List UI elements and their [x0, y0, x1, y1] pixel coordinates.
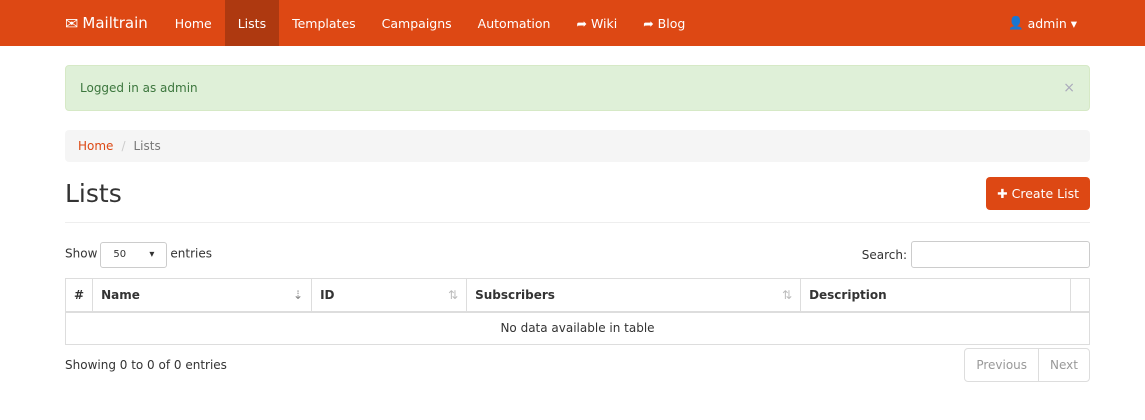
pagination: Previous Next	[964, 348, 1090, 382]
nav-blog-label: Blog	[657, 15, 686, 31]
nav-home[interactable]: Home	[162, 0, 225, 46]
nav-wiki[interactable]: ➦ Wiki	[563, 0, 630, 46]
nav-campaigns[interactable]: Campaigns	[369, 0, 465, 46]
caret-down-icon: ▾	[1066, 15, 1077, 31]
col-name[interactable]: Name ⇣	[92, 278, 313, 313]
entries-label: entries	[170, 246, 212, 260]
col-description[interactable]: Description	[800, 278, 1071, 313]
brand-link[interactable]: ✉ Mailtrain	[65, 0, 148, 46]
next-button[interactable]: Next	[1038, 349, 1089, 381]
login-alert: Logged in as admin ×	[65, 65, 1090, 111]
sort-icon: ⇅	[782, 287, 793, 302]
share-icon: ➦	[576, 15, 591, 31]
previous-button[interactable]: Previous	[965, 349, 1038, 381]
empty-message: No data available in table	[65, 311, 1090, 345]
page-length-select[interactable]: 50 ▾	[100, 241, 168, 268]
sort-asc-icon: ⇣	[293, 287, 304, 302]
col-subscribers[interactable]: Subscribers ⇅	[466, 278, 802, 313]
plus-icon: ✚	[997, 186, 1012, 201]
close-icon[interactable]: ×	[1063, 80, 1075, 96]
page-length-value: 50	[113, 249, 127, 260]
create-list-label: Create List	[1011, 186, 1079, 201]
page-title: Lists	[65, 179, 122, 208]
create-list-button[interactable]: ✚ Create List	[986, 177, 1090, 210]
envelope-icon: ✉	[65, 13, 79, 33]
col-name-label: Name	[101, 287, 140, 302]
col-id-label: ID	[320, 287, 335, 302]
nav-templates[interactable]: Templates	[279, 0, 369, 46]
breadcrumb-current: Lists	[133, 139, 161, 153]
col-subscribers-label: Subscribers	[475, 287, 555, 302]
navbar: ✉ Mailtrain Home Lists Templates Campaign…	[0, 0, 1145, 46]
table-info: Showing 0 to 0 of 0 entries	[65, 358, 227, 372]
breadcrumb-separator: /	[121, 139, 126, 153]
lists-table: # Name ⇣ ID ⇅ Subscribers ⇅ Description No …	[64, 278, 1090, 345]
search-input[interactable]	[911, 241, 1090, 268]
nav-wiki-label: Wiki	[590, 15, 618, 31]
nav-automation[interactable]: Automation	[465, 0, 564, 46]
breadcrumb: Home / Lists	[65, 130, 1090, 162]
col-number[interactable]: #	[64, 278, 94, 313]
show-label: Show	[65, 246, 98, 260]
share-icon: ➦	[643, 15, 658, 31]
nav-blog[interactable]: ➦ Blog	[630, 0, 698, 46]
brand-name: Mailtrain	[82, 14, 148, 32]
user-icon: 👤	[1008, 15, 1028, 30]
alert-text: Logged in as admin	[80, 81, 198, 95]
nav-lists[interactable]: Lists	[224, 0, 280, 46]
search-label: Search:	[861, 247, 907, 262]
user-menu[interactable]: 👤 admin ▾	[995, 0, 1090, 46]
breadcrumb-home[interactable]: Home	[78, 139, 113, 153]
table-row: No data available in table	[65, 311, 1090, 345]
sort-icon: ⇅	[448, 287, 459, 302]
user-name: admin	[1027, 15, 1067, 31]
caret-down-icon: ▾	[149, 249, 155, 260]
col-extra	[1070, 278, 1090, 313]
col-id[interactable]: ID ⇅	[311, 278, 468, 313]
